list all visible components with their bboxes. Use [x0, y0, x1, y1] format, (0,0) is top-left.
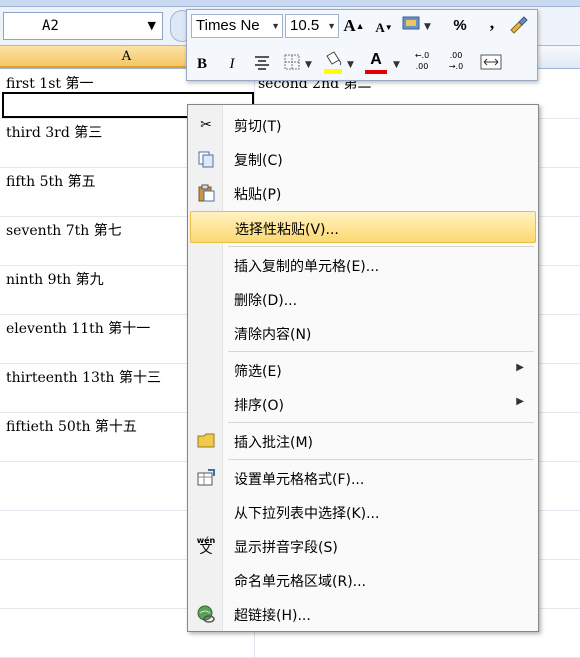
chevron-down-icon[interactable]: ▼ — [271, 15, 280, 37]
menu-separator — [228, 351, 534, 352]
name-box-value: A2 — [42, 18, 59, 34]
menu-item-copy[interactable]: 复制(C) — [190, 143, 536, 175]
chevron-right-icon: ▶ — [516, 362, 524, 373]
cell-a9[interactable]: ninth 9th 第九 — [6, 269, 104, 289]
decrease-decimal-button[interactable]: .00 →.0 — [443, 50, 469, 74]
merge-cells-icon — [480, 54, 502, 70]
accounting-format-button[interactable] — [401, 14, 423, 38]
cell-a15[interactable]: fiftieth 50th 第十五 — [6, 416, 137, 436]
chevron-down-icon[interactable]: ▼ — [347, 60, 354, 70]
comment-icon — [196, 431, 216, 451]
name-box[interactable]: A2 ▼ — [3, 12, 163, 40]
paste-icon — [196, 183, 216, 203]
cell-a5[interactable]: fifth 5th 第五 — [6, 171, 96, 191]
font-size-combo[interactable]: 10.5 ▼ — [285, 14, 339, 38]
fill-bucket-icon — [324, 51, 342, 74]
phonetic-icon: wén 文 — [196, 536, 216, 557]
menu-item-pick-from-list[interactable]: 从下拉列表中选择(K)... — [190, 496, 536, 528]
cell-a7[interactable]: seventh 7th 第七 — [6, 220, 122, 240]
scissors-icon: ✂ — [200, 117, 212, 133]
percent-style-button[interactable]: % — [449, 14, 471, 38]
context-menu: ✂ 剪切(T) 复制(C) 粘贴(P) 选择性粘贴(V)... 插入复制的单元格… — [187, 104, 539, 632]
menu-item-filter[interactable]: 筛选(E) ▶ — [190, 354, 536, 386]
borders-icon — [284, 54, 300, 70]
shrink-font-button[interactable]: A▼ — [373, 16, 395, 40]
menu-item-clear-contents[interactable]: 清除内容(N) — [190, 317, 536, 349]
menu-separator — [228, 459, 534, 460]
cell-a11[interactable]: eleventh 11th 第十一 — [6, 318, 150, 338]
grow-font-button[interactable]: A▲ — [343, 14, 365, 38]
cell-a13[interactable]: thirteenth 13th 第十三 — [6, 367, 161, 387]
format-cells-icon — [196, 468, 216, 488]
menu-separator — [228, 422, 534, 423]
font-color-button[interactable]: A — [363, 48, 389, 74]
menu-item-define-name[interactable]: 命名单元格区域(R)... — [190, 564, 536, 596]
font-color-bar — [365, 70, 387, 74]
chevron-down-icon[interactable]: ▼ — [305, 60, 312, 70]
chevron-down-icon[interactable]: ▼ — [327, 15, 336, 37]
chevron-down-icon[interactable]: ▼ — [148, 19, 156, 32]
borders-button[interactable] — [281, 52, 303, 76]
menu-item-show-phonetic[interactable]: wén 文 显示拼音字段(S) — [190, 530, 536, 562]
format-painter-icon — [510, 16, 528, 34]
menu-item-cut[interactable]: ✂ 剪切(T) — [190, 109, 536, 141]
hyperlink-icon — [196, 604, 216, 624]
font-size-value: 10.5 — [290, 17, 320, 34]
accounting-icon — [402, 16, 420, 30]
copy-icon — [196, 149, 216, 169]
fill-color-button[interactable] — [321, 50, 345, 74]
menu-item-sort[interactable]: 排序(O) ▶ — [190, 388, 536, 420]
menu-separator — [228, 246, 534, 247]
chevron-down-icon[interactable]: ▼ — [393, 60, 400, 70]
italic-button[interactable]: I — [221, 52, 243, 76]
menu-item-paste-special[interactable]: 选择性粘贴(V)... — [190, 211, 536, 243]
merge-center-button[interactable] — [479, 52, 503, 76]
ribbon-edge — [0, 0, 580, 7]
center-align-button[interactable] — [251, 52, 273, 76]
menu-item-hyperlink[interactable]: 超链接(H)... — [190, 598, 536, 630]
menu-item-insert-comment[interactable]: 插入批注(M) — [190, 425, 536, 457]
chevron-down-icon[interactable]: ▼ — [424, 22, 431, 32]
menu-item-insert-copied-cells[interactable]: 插入复制的单元格(E)... — [190, 249, 536, 281]
font-name-value: Times Ne — [196, 17, 260, 34]
cell-a3[interactable]: third 3rd 第三 — [6, 122, 102, 142]
comma-style-button[interactable]: , — [481, 10, 503, 34]
align-center-icon — [255, 56, 269, 70]
bold-button[interactable]: B — [191, 52, 213, 76]
mini-toolbar: Times Ne ▼ 10.5 ▼ A▲ A▼ ▼ % , B I ▼ ▼ A … — [186, 9, 538, 81]
cell-a1[interactable]: first 1st 第一 — [6, 73, 93, 93]
menu-item-delete[interactable]: 删除(D)... — [190, 283, 536, 315]
menu-item-paste[interactable]: 粘贴(P) — [190, 177, 536, 209]
format-painter-button[interactable] — [507, 14, 529, 38]
menu-item-format-cells[interactable]: 设置单元格格式(F)... — [190, 462, 536, 494]
increase-decimal-button[interactable]: ←.0 .00 — [409, 50, 435, 74]
chevron-right-icon: ▶ — [516, 396, 524, 407]
font-name-combo[interactable]: Times Ne ▼ — [191, 14, 283, 38]
